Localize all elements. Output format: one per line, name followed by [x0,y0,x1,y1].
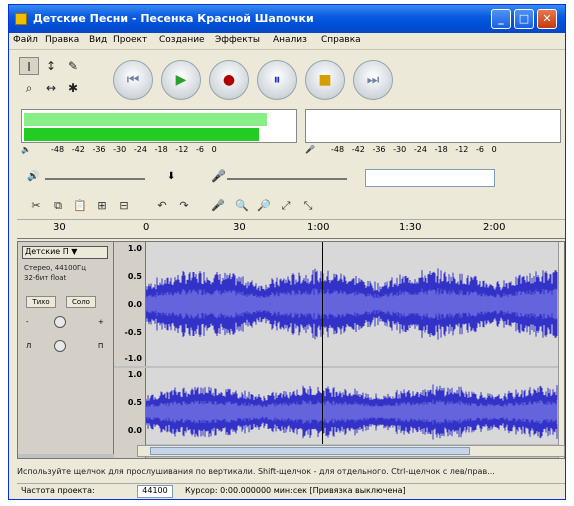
vertical-scrollbar[interactable] [558,242,564,458]
ruler-tick: 1:00 [307,222,330,233]
fit-project-icon[interactable]: ⤡ [299,197,317,215]
stop-button[interactable]: ■ [305,60,345,100]
output-volume-slider[interactable] [45,178,145,180]
close-button[interactable]: ✕ [537,9,557,29]
menu-edit[interactable]: Правка [45,35,79,45]
amplitude-label: 0.0 [127,426,142,435]
amplitude-ruler-left: 1.0 0.5 0.0 -0.5 -1.0 [114,242,146,366]
zoom-in-icon[interactable]: 🔍 [233,197,251,215]
skip-start-button[interactable]: ⏮ [113,60,153,100]
amplitude-label: 1.0 [127,244,142,253]
cut-icon[interactable]: ✂ [27,197,45,215]
input-device-select[interactable] [365,169,495,187]
app-window: Детские Песни - Песенка Красной Шапочки … [8,4,566,500]
pan-right-label: П [98,342,104,350]
track-sample-label: 32-бит float [24,274,67,282]
output-volume-thumb[interactable]: ⬇ [167,171,175,182]
amplitude-label: -0.5 [124,328,143,337]
waveform-left-svg [146,268,558,340]
playback-meter-scale: -48 -42 -36 -30 -24 -18 -12 -6 0 [51,145,217,154]
copy-icon[interactable]: ⧉ [49,197,67,215]
redo-icon[interactable]: ↷ [175,197,193,215]
ruler-tick: 2:00 [483,222,506,233]
recording-meter[interactable] [305,109,561,143]
trim-icon[interactable]: ⊞ [93,197,111,215]
playback-meter[interactable] [21,109,297,143]
amplitude-label: 0.0 [127,300,142,309]
menu-bar: Файл Правка Вид Проект Создание Эффекты … [9,33,565,50]
amplitude-label: 1.0 [127,370,142,379]
amplitude-label: -1.0 [124,354,143,363]
waveform-right-svg [146,384,558,440]
recording-meter-scale: -48 -42 -36 -30 -24 -18 -12 -6 0 [331,145,497,154]
status-bar: Частота проекта: 44100 Курсор: 0:00.0000… [17,483,565,499]
draw-tool-icon[interactable]: ✎ [63,57,83,75]
paste-icon[interactable]: 📋 [71,197,89,215]
solo-button[interactable]: Соло [66,296,96,308]
gain-slider-knob[interactable] [54,316,66,328]
undo-icon[interactable]: ↶ [153,197,171,215]
mixer-toolbar: 🔊 ⬇ 🎤 [27,169,557,189]
ruler-tick: 0 [143,222,150,233]
record-button[interactable]: ● [209,60,249,100]
waveform-left-channel[interactable] [146,242,558,366]
cursor-position-label: Курсор: 0:00.000000 мин:сек [Привязка вы… [185,486,406,495]
zoom-out-icon[interactable]: 🔎 [255,197,273,215]
menu-view[interactable]: Вид [89,35,107,45]
track-name-dropdown[interactable]: Детские П ▼ [22,246,108,259]
mute-button[interactable]: Тихо [26,296,56,308]
amplitude-label: 0.5 [127,272,142,281]
gain-plus-label: + [98,318,104,326]
timeshift-tool-icon[interactable]: ↔ [41,79,61,97]
output-volume-icon: 🔊 [27,171,40,182]
horizontal-scrollbar[interactable] [137,445,565,457]
track-area: Детские П ▼ Стерео, 44100Гц 32-бит float… [17,241,565,459]
timeline-ruler[interactable]: 30 0 30 1:00 1:30 2:00 [17,219,565,239]
project-rate-input[interactable]: 44100 [137,485,173,498]
hint-message: Используйте щелчок для прослушивания по … [17,467,495,476]
playback-meter-left-channel [24,113,267,126]
track-control-panel: Детские П ▼ Стерео, 44100Гц 32-бит float… [18,242,114,454]
fit-selection-icon[interactable]: ⤢ [277,197,295,215]
envelope-tool-icon[interactable]: ↕ [41,57,61,75]
play-button[interactable]: ▶ [161,60,201,100]
input-volume-icon: 🎤 [211,169,226,183]
menu-file[interactable]: Файл [13,35,38,45]
ruler-tick: 30 [233,222,246,233]
sync-lock-icon[interactable]: 🎤 [209,197,227,215]
amplitude-label: 0.5 [127,398,142,407]
pan-slider-knob[interactable] [54,340,66,352]
menu-effects[interactable]: Эффекты [215,35,260,45]
ruler-tick: 30 [53,222,66,233]
app-icon [15,13,27,25]
play-cursor-line [322,242,323,444]
menu-help[interactable]: Справка [321,35,361,45]
zoom-tool-icon[interactable]: ⌕ [19,79,39,97]
window-title: Детские Песни - Песенка Красной Шапочки [33,12,314,25]
input-volume-slider[interactable] [227,178,347,180]
project-rate-label: Частота проекта: [21,486,95,495]
horizontal-scroll-thumb[interactable] [150,447,470,455]
maximize-button[interactable]: □ [514,9,534,29]
title-bar[interactable]: Детские Песни - Песенка Красной Шапочки … [9,5,565,33]
playback-meter-right-channel [24,128,259,141]
speaker-icon: 🔈 [21,145,31,154]
pause-button[interactable]: ⏸ [257,60,297,100]
waveform-right-channel[interactable] [146,368,558,444]
skip-end-button[interactable]: ⏭ [353,60,393,100]
track-format-label: Стерео, 44100Гц [24,264,87,272]
menu-generate[interactable]: Создание [159,35,205,45]
tools-toolbar: I ↕ ✎ ⌕ ↔ ✱ [17,55,89,105]
menu-project[interactable]: Проект [113,35,147,45]
minimize-button[interactable]: _ [491,9,511,29]
silence-icon[interactable]: ⊟ [115,197,133,215]
pan-left-label: Л [26,342,32,350]
selection-tool-icon[interactable]: I [19,57,39,75]
edit-toolbar: ✂ ⧉ 📋 ⊞ ⊟ ↶ ↷ 🎤 🔍 🔎 ⤢ ⤡ [27,195,427,217]
menu-analyze[interactable]: Анализ [273,35,307,45]
microphone-icon: 🎤 [305,145,315,154]
multi-tool-icon[interactable]: ✱ [63,79,83,97]
ruler-tick: 1:30 [399,222,422,233]
gain-minus-label: - [26,318,29,326]
